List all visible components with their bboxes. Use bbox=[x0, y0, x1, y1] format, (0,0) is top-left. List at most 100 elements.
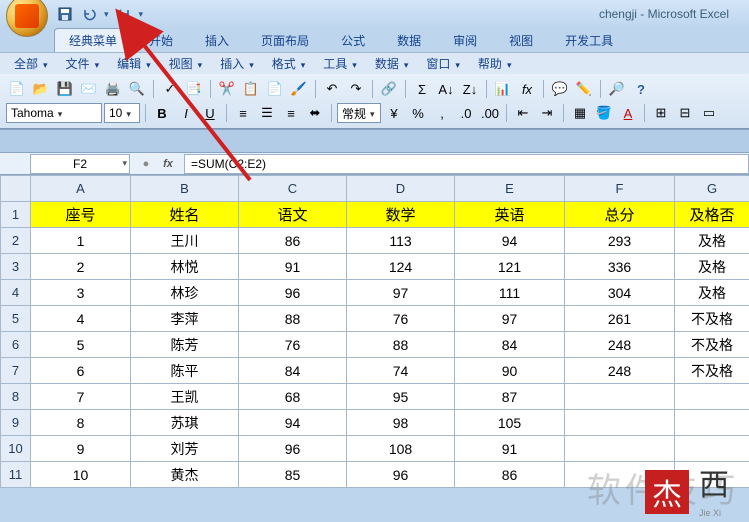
help-icon[interactable]: ? bbox=[630, 78, 652, 100]
cell[interactable]: 及格 bbox=[675, 280, 749, 306]
undo-icon[interactable] bbox=[80, 5, 98, 23]
align-right-icon[interactable]: ≡ bbox=[280, 102, 302, 124]
cell[interactable]: 336 bbox=[565, 254, 675, 280]
redo-icon[interactable] bbox=[115, 5, 133, 23]
preview-icon[interactable]: 🔍 bbox=[126, 78, 148, 100]
classic-menu-item[interactable]: 全部 bbox=[6, 53, 56, 74]
cell[interactable]: 96 bbox=[239, 280, 347, 306]
cell[interactable]: 1 bbox=[31, 228, 131, 254]
cell[interactable]: 95 bbox=[347, 384, 455, 410]
spellcheck-icon[interactable]: ✓ bbox=[159, 78, 181, 100]
borders-icon[interactable]: ▦ bbox=[569, 102, 591, 124]
research-icon[interactable]: 📑 bbox=[183, 78, 205, 100]
row-header[interactable]: 7 bbox=[1, 358, 31, 384]
cell[interactable]: 语文 bbox=[239, 202, 347, 228]
classic-menu-item[interactable]: 帮助 bbox=[470, 53, 520, 74]
cell[interactable] bbox=[565, 410, 675, 436]
row-header[interactable]: 5 bbox=[1, 306, 31, 332]
open-icon[interactable]: 📂 bbox=[30, 78, 52, 100]
new-icon[interactable]: 📄 bbox=[6, 78, 28, 100]
classic-menu-item[interactable]: 数据 bbox=[367, 53, 417, 74]
align-left-icon[interactable]: ≡ bbox=[232, 102, 254, 124]
classic-menu-item[interactable]: 文件 bbox=[58, 53, 108, 74]
cell[interactable]: 113 bbox=[347, 228, 455, 254]
paste-icon[interactable]: 📄 bbox=[264, 78, 286, 100]
cell[interactable]: 王川 bbox=[131, 228, 239, 254]
link-icon[interactable]: 🔗 bbox=[378, 78, 400, 100]
cell[interactable]: 88 bbox=[239, 306, 347, 332]
cell[interactable]: 5 bbox=[31, 332, 131, 358]
chart-icon[interactable]: 📊 bbox=[492, 78, 514, 100]
comma-icon[interactable]: , bbox=[431, 102, 453, 124]
cell[interactable]: 及格 bbox=[675, 228, 749, 254]
number-format-combo[interactable]: 常规 bbox=[337, 103, 381, 123]
font-name-combo[interactable]: Tahoma bbox=[6, 103, 102, 123]
cell[interactable]: 及格 bbox=[675, 254, 749, 280]
cell[interactable] bbox=[675, 410, 749, 436]
sort-desc-icon[interactable]: Z↓ bbox=[459, 78, 481, 100]
column-header[interactable]: F bbox=[565, 176, 675, 202]
cell[interactable]: 105 bbox=[455, 410, 565, 436]
print-icon[interactable]: 🖨️ bbox=[102, 78, 124, 100]
cancel-formula-icon[interactable]: ● bbox=[138, 156, 154, 172]
format-painter-icon[interactable]: 🖌️ bbox=[288, 78, 310, 100]
cell[interactable]: 姓名 bbox=[131, 202, 239, 228]
cell[interactable]: 96 bbox=[347, 462, 455, 488]
fx-icon[interactable]: fx bbox=[516, 78, 538, 100]
cell[interactable]: 陈芳 bbox=[131, 332, 239, 358]
classic-menu-item[interactable]: 视图 bbox=[161, 53, 211, 74]
cell[interactable]: 林悦 bbox=[131, 254, 239, 280]
cut-icon[interactable]: ✂️ bbox=[216, 78, 238, 100]
cell[interactable]: 不及格 bbox=[675, 306, 749, 332]
autosum-icon[interactable]: Σ bbox=[411, 78, 433, 100]
cell[interactable]: 74 bbox=[347, 358, 455, 384]
classic-menu-item[interactable]: 插入 bbox=[212, 53, 262, 74]
cell[interactable]: 88 bbox=[347, 332, 455, 358]
cell[interactable]: 97 bbox=[347, 280, 455, 306]
cell[interactable]: 不及格 bbox=[675, 332, 749, 358]
bold-icon[interactable]: B bbox=[151, 102, 173, 124]
cell[interactable]: 9 bbox=[31, 436, 131, 462]
cell[interactable]: 84 bbox=[455, 332, 565, 358]
zoom-icon[interactable]: 🔎 bbox=[606, 78, 628, 100]
cell[interactable]: 76 bbox=[347, 306, 455, 332]
cell[interactable]: 7 bbox=[31, 384, 131, 410]
undo2-icon[interactable]: ↶ bbox=[321, 78, 343, 100]
column-header[interactable]: G bbox=[675, 176, 749, 202]
cell[interactable]: 及格否 bbox=[675, 202, 749, 228]
comment-icon[interactable]: 💬 bbox=[549, 78, 571, 100]
save-icon[interactable] bbox=[56, 5, 74, 23]
column-header[interactable]: E bbox=[455, 176, 565, 202]
row-header[interactable]: 3 bbox=[1, 254, 31, 280]
cell[interactable]: 86 bbox=[239, 228, 347, 254]
cell[interactable]: 293 bbox=[565, 228, 675, 254]
mail-icon[interactable]: ✉️ bbox=[78, 78, 100, 100]
cell[interactable]: 90 bbox=[455, 358, 565, 384]
cell[interactable]: 不及格 bbox=[675, 358, 749, 384]
cell[interactable]: 121 bbox=[455, 254, 565, 280]
cell[interactable]: 座号 bbox=[31, 202, 131, 228]
column-header[interactable]: D bbox=[347, 176, 455, 202]
cell[interactable]: 英语 bbox=[455, 202, 565, 228]
row-header[interactable]: 2 bbox=[1, 228, 31, 254]
ribbon-tab[interactable]: 审阅 bbox=[438, 28, 492, 52]
redo2-icon[interactable]: ↷ bbox=[345, 78, 367, 100]
row-header[interactable]: 10 bbox=[1, 436, 31, 462]
column-header[interactable]: B bbox=[131, 176, 239, 202]
classic-menu-item[interactable]: 格式 bbox=[264, 53, 314, 74]
cell[interactable]: 苏琪 bbox=[131, 410, 239, 436]
cell[interactable]: 84 bbox=[239, 358, 347, 384]
cell[interactable] bbox=[675, 384, 749, 410]
column-header[interactable]: A bbox=[31, 176, 131, 202]
row-header[interactable]: 9 bbox=[1, 410, 31, 436]
cell[interactable]: 248 bbox=[565, 358, 675, 384]
cell[interactable]: 261 bbox=[565, 306, 675, 332]
italic-icon[interactable]: I bbox=[175, 102, 197, 124]
insert-cells-icon[interactable]: ⊞ bbox=[650, 102, 672, 124]
row-header[interactable]: 1 bbox=[1, 202, 31, 228]
cell[interactable]: 黄杰 bbox=[131, 462, 239, 488]
ribbon-tab[interactable]: 经典菜单 bbox=[54, 28, 132, 52]
percent-icon[interactable]: % bbox=[407, 102, 429, 124]
cell[interactable]: 85 bbox=[239, 462, 347, 488]
align-center-icon[interactable]: ☰ bbox=[256, 102, 278, 124]
